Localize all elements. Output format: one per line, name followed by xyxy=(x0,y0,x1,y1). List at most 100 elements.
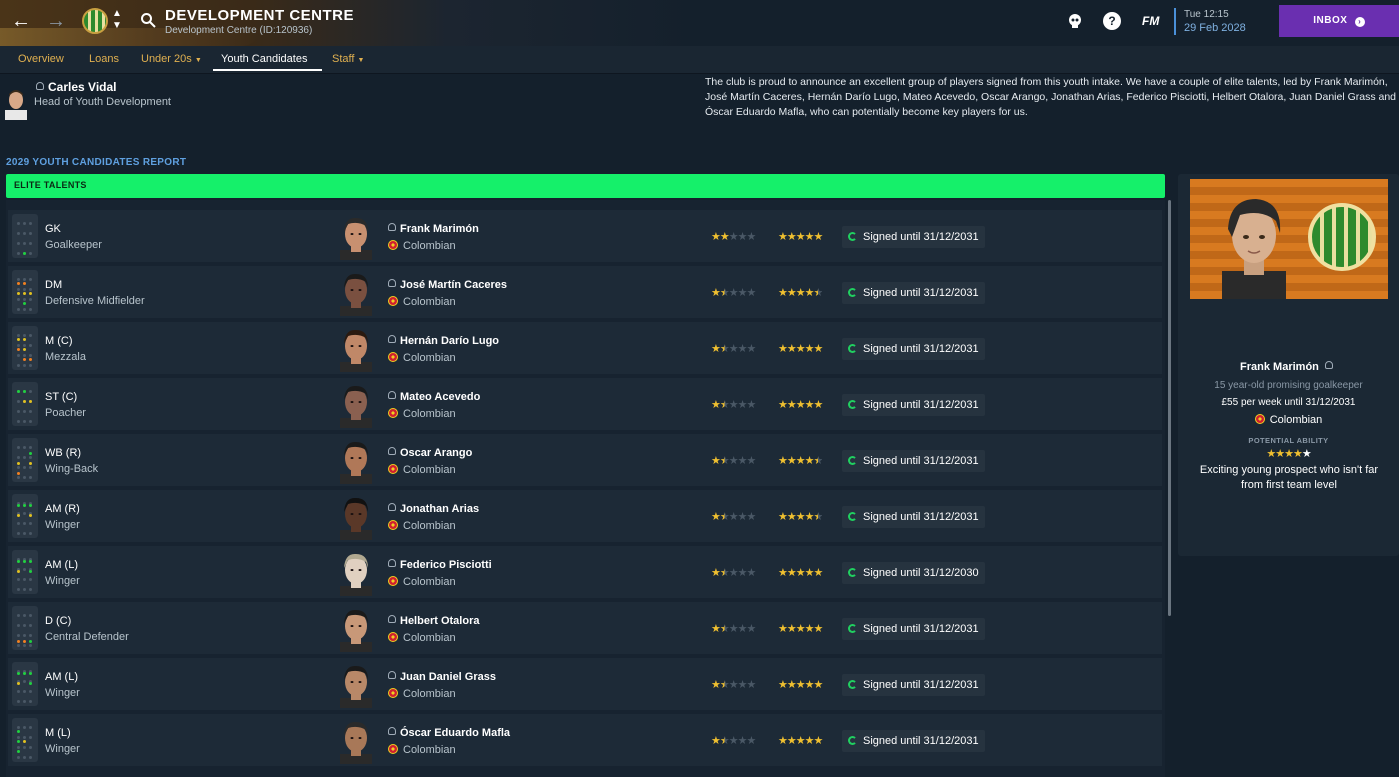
player-face[interactable] xyxy=(336,550,376,596)
player-row[interactable]: DM Defensive Midfielder José Martín Cacere… xyxy=(8,266,1162,318)
player-row[interactable]: D (C) Central Defender Helbert Otalora Colo… xyxy=(8,602,1162,654)
contract-status[interactable]: Signed until 31/12/2031 xyxy=(842,674,985,696)
person-icon xyxy=(388,671,396,679)
player-face[interactable] xyxy=(336,326,376,372)
contract-text: Signed until 31/12/2031 xyxy=(863,679,979,691)
contract-status[interactable]: Signed until 31/12/2031 xyxy=(842,450,985,472)
contract-status[interactable]: Signed until 31/12/2031 xyxy=(842,730,985,752)
player-name[interactable]: Frank Marimón xyxy=(388,223,479,235)
potential-ability-stars: ★★★★★ xyxy=(778,287,823,299)
player-row[interactable]: M (C) Mezzala Hernán Darío Lugo Colombian ★★… xyxy=(8,322,1162,374)
potential-ability-stars: ★★★★★ xyxy=(778,623,823,635)
potential-ability-stars: ★★★★★ xyxy=(778,231,823,243)
list-scrollbar[interactable] xyxy=(1168,200,1171,616)
player-name[interactable]: José Martín Caceres xyxy=(388,279,507,291)
current-date[interactable]: 29 Feb 2028 xyxy=(1184,22,1246,34)
help-icon[interactable]: ? xyxy=(1103,12,1121,30)
tab-loans[interactable]: Loans xyxy=(89,53,119,65)
player-name[interactable]: Mateo Acevedo xyxy=(388,391,480,403)
contract-status[interactable]: Signed until 31/12/2031 xyxy=(842,394,985,416)
colombia-flag-icon xyxy=(388,576,398,586)
colombia-flag-icon xyxy=(388,520,398,530)
player-face[interactable] xyxy=(336,382,376,428)
player-nationality: Colombian xyxy=(388,576,456,588)
contract-status[interactable]: Signed until 31/12/2030 xyxy=(842,562,985,584)
skull-icon[interactable] xyxy=(1066,12,1084,30)
potential-ability-stars: ★★★★★ xyxy=(778,567,823,579)
player-row[interactable]: ST (C) Poacher Mateo Acevedo Colombian ★★★★★… xyxy=(8,378,1162,430)
player-face[interactable] xyxy=(336,606,376,652)
potential-ability-stars: ★★★★★ xyxy=(778,679,823,691)
player-name[interactable]: Jonathan Arias xyxy=(388,503,479,515)
contract-refresh-icon xyxy=(848,232,857,241)
player-face[interactable] xyxy=(336,270,376,316)
player-portrait[interactable] xyxy=(1218,193,1290,299)
player-row[interactable]: M (L) Winger Óscar Eduardo Mafla Colombian ★… xyxy=(8,714,1162,766)
player-name[interactable]: Oscar Arango xyxy=(388,447,472,459)
player-name-text: José Martín Caceres xyxy=(400,279,507,291)
tab-staff[interactable]: Staff ▼ xyxy=(332,53,364,65)
search-icon[interactable] xyxy=(140,12,156,28)
player-face[interactable] xyxy=(336,438,376,484)
position-role: Winger xyxy=(45,575,80,587)
player-name[interactable]: Hernán Darío Lugo xyxy=(388,335,499,347)
chevron-up-icon[interactable]: ▲ xyxy=(112,9,122,19)
position-code: AM (L) xyxy=(45,559,78,571)
position-code: D (C) xyxy=(45,615,72,627)
inbox-button[interactable]: INBOX › xyxy=(1279,5,1399,37)
player-name[interactable]: Juan Daniel Grass xyxy=(388,671,496,683)
person-icon xyxy=(388,335,396,343)
contract-status[interactable]: Signed until 31/12/2031 xyxy=(842,282,985,304)
tab-overview[interactable]: Overview xyxy=(18,53,64,65)
contract-refresh-icon xyxy=(848,624,857,633)
potential-ability-stars: ★★★★★ xyxy=(1266,448,1311,460)
chevron-down-icon[interactable]: ▼ xyxy=(112,21,122,31)
player-face[interactable] xyxy=(336,214,376,260)
player-nationality-text: Colombian xyxy=(403,408,456,420)
contract-status[interactable]: Signed until 31/12/2031 xyxy=(842,506,985,528)
contract-refresh-icon xyxy=(848,680,857,689)
position-role: Winger xyxy=(45,519,80,531)
selected-player-name[interactable]: Frank Marimón xyxy=(1178,361,1399,373)
person-icon xyxy=(388,727,396,735)
player-name[interactable]: Helbert Otalora xyxy=(388,615,479,627)
back-arrow-icon[interactable]: ← xyxy=(10,10,32,32)
colombia-flag-icon xyxy=(388,240,398,250)
tab-youth-candidates[interactable]: Youth Candidates xyxy=(221,53,307,65)
contract-refresh-icon xyxy=(848,344,857,353)
current-ability-stars: ★★★★★ xyxy=(711,511,756,523)
current-ability-stars: ★★★★★ xyxy=(711,343,756,355)
forward-arrow-icon[interactable]: → xyxy=(45,10,67,32)
player-row[interactable]: AM (L) Winger Juan Daniel Grass Colombian ★★… xyxy=(8,658,1162,710)
head-of-youth-name[interactable]: Carles Vidal xyxy=(36,80,116,94)
report-title: 2029 YOUTH CANDIDATES REPORT xyxy=(6,157,187,168)
selected-player-description: 15 year-old promising goalkeeper xyxy=(1214,380,1363,391)
fm-menu-icon[interactable]: FM xyxy=(1142,12,1166,30)
player-row[interactable]: GK Goalkeeper Frank Marimón Colombian ★★★★★ ★… xyxy=(8,210,1162,262)
person-icon xyxy=(388,447,396,455)
player-portrait-background xyxy=(1190,179,1388,299)
head-of-youth-avatar[interactable] xyxy=(5,88,27,120)
player-row[interactable]: AM (L) Winger Federico Pisciotti Colombian ★… xyxy=(8,546,1162,598)
position-code: M (L) xyxy=(45,727,71,739)
player-face[interactable] xyxy=(336,494,376,540)
player-name[interactable]: Federico Pisciotti xyxy=(388,559,492,571)
current-ability-stars: ★★★★★ xyxy=(711,623,756,635)
tab-under-20s-label: Under 20s xyxy=(141,53,192,65)
current-ability-stars: ★★★★★ xyxy=(711,735,756,747)
contract-status[interactable]: Signed until 31/12/2031 xyxy=(842,618,985,640)
player-name[interactable]: Óscar Eduardo Mafla xyxy=(388,727,510,739)
player-face[interactable] xyxy=(336,662,376,708)
person-icon xyxy=(388,279,396,287)
player-face[interactable] xyxy=(336,718,376,764)
contract-status[interactable]: Signed until 31/12/2031 xyxy=(842,226,985,248)
contract-status[interactable]: Signed until 31/12/2031 xyxy=(842,338,985,360)
contract-text: Signed until 31/12/2031 xyxy=(863,343,979,355)
club-badge-icon[interactable] xyxy=(82,8,108,34)
contract-refresh-icon xyxy=(848,568,857,577)
tab-under-20s[interactable]: Under 20s ▼ xyxy=(141,53,202,65)
contract-text: Signed until 31/12/2031 xyxy=(863,399,979,411)
page-title: DEVELOPMENT CENTRE xyxy=(165,7,355,24)
player-row[interactable]: WB (R) Wing-Back Oscar Arango Colombian ★★★★… xyxy=(8,434,1162,486)
player-row[interactable]: AM (R) Winger Jonathan Arias Colombian ★★★★★… xyxy=(8,490,1162,542)
